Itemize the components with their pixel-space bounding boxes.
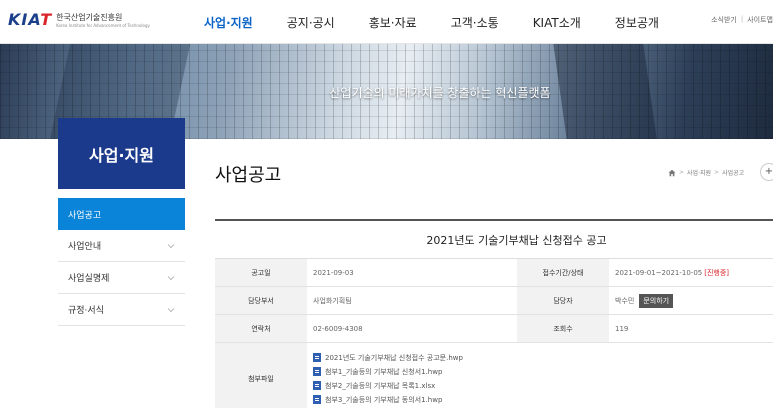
utility-links: 소식받기 | 사이트맵 — [711, 15, 773, 25]
logo-mark: KIAT — [8, 10, 53, 29]
table-row: 첨부파일 2021년도 기술기부채납 신청접수 공고문.hwp 첨부1_기술등의… — [215, 343, 773, 408]
posted-date-label: 공고일 — [215, 259, 307, 286]
inquiry-button[interactable]: 문의하기 — [639, 293, 674, 308]
home-icon[interactable] — [668, 169, 676, 177]
period-label: 접수기간/상태 — [517, 259, 609, 286]
nav-notice[interactable]: 공지·공시 — [287, 14, 335, 31]
chevron-down-icon — [167, 307, 175, 312]
contact-value: 02-6009-4308 — [313, 324, 363, 333]
logo-korean-name: 한국산업기술진흥원 — [56, 12, 123, 22]
sidebar-title: 사업·지원 — [89, 145, 154, 165]
attachment-file[interactable]: 첨부3_기술등의 기부채납 동의서1.hwp — [313, 395, 773, 405]
attachment-list: 2021년도 기술기부채납 신청접수 공고문.hwp 첨부1_기술등의 기부채납… — [307, 343, 773, 408]
views-value: 119 — [615, 324, 629, 333]
chevron-down-icon — [167, 275, 175, 280]
manager-value: 박수민 문의하기 — [609, 287, 773, 314]
manager-label: 담당자 — [517, 287, 609, 314]
attachment-file[interactable]: 2021년도 기술기부채납 신청접수 공고문.hwp — [313, 353, 773, 363]
table-row: 연락처 02-6009-4308 조회수 119 — [215, 315, 773, 343]
title-divider — [215, 219, 773, 221]
contact-label: 연락처 — [215, 315, 307, 342]
logo-english-name: Korea Institute for Advancement of Techn… — [56, 22, 150, 28]
page-title: 사업공고 — [215, 165, 282, 186]
nav-info-disclosure[interactable]: 정보공개 — [615, 14, 659, 31]
breadcrumb-business-support[interactable]: 사업·지원 — [687, 168, 711, 177]
plus-button[interactable]: + — [760, 163, 773, 181]
nav-customer[interactable]: 고객·소통 — [451, 14, 499, 31]
file-icon — [313, 395, 321, 404]
attachment-file[interactable]: 첨부1_기술등의 기부채납 신청서1.hwp — [313, 367, 773, 377]
sitemap-link[interactable]: 사이트맵 — [747, 15, 773, 25]
sidebar-item-announcements[interactable]: 사업공고 — [58, 198, 185, 230]
department-value: 사업화기획팀 — [313, 296, 352, 305]
breadcrumb-announcements[interactable]: 사업공고 — [722, 168, 744, 177]
nav-pr-materials[interactable]: 홍보·자료 — [369, 14, 417, 31]
table-row: 담당부서 사업화기획팀 담당자 박수민 문의하기 — [215, 287, 773, 315]
attachment-file[interactable]: 첨부2_기술등의 기부채납 목록1.xlsx — [313, 381, 773, 391]
period-value: 2021-09-01~2021-10-05 [진행중] — [615, 268, 730, 277]
kiat-logo[interactable]: KIAT 한국산업기술진흥원 Korea Institute for Advan… — [8, 10, 150, 29]
sidebar-item-business-realname[interactable]: 사업실명제 — [58, 262, 185, 294]
sidebar-menu: 사업공고 사업안내 사업실명제 규정·서식 — [58, 198, 185, 326]
site-header: KIAT 한국산업기술진흥원 Korea Institute for Advan… — [0, 0, 773, 44]
views-label: 조회수 — [517, 315, 609, 342]
department-label: 담당부서 — [215, 287, 307, 314]
chevron-down-icon — [167, 243, 175, 248]
nav-business-support[interactable]: 사업·지원 — [204, 14, 253, 31]
attachments-label: 첨부파일 — [215, 343, 307, 408]
sidebar-item-business-guide[interactable]: 사업안내 — [58, 230, 185, 262]
table-row: 공고일 2021-09-03 접수기간/상태 2021-09-01~2021-1… — [215, 259, 773, 287]
sidebar-title-box: 사업·지원 — [58, 118, 185, 189]
notice-info-table: 공고일 2021-09-03 접수기간/상태 2021-09-01~2021-1… — [215, 258, 773, 408]
file-icon — [313, 381, 321, 390]
notice-title: 2021년도 기술기부채납 신청접수 공고 — [426, 234, 607, 247]
nav-about-kiat[interactable]: KIAT소개 — [533, 14, 581, 31]
sidebar-item-rules-forms[interactable]: 규정·서식 — [58, 294, 185, 326]
posted-date-value: 2021-09-03 — [313, 268, 354, 277]
status-badge: [진행중] — [704, 268, 730, 277]
subscribe-link[interactable]: 소식받기 — [711, 15, 737, 25]
file-icon — [313, 367, 321, 376]
file-icon — [313, 353, 321, 362]
hero-slogan: 산업기술의 미래가치를 창출하는 혁신플랫폼 — [329, 86, 551, 100]
breadcrumb: > 사업·지원 > 사업공고 — [668, 168, 744, 177]
main-nav: 사업·지원 공지·공시 홍보·자료 고객·소통 KIAT소개 정보공개 — [204, 0, 659, 44]
